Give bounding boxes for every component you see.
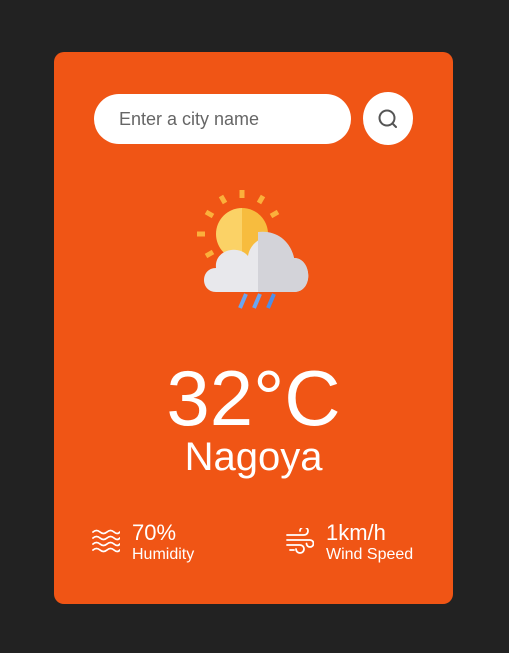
wind-icon — [286, 528, 314, 554]
wind-speed-label: Wind Speed — [326, 546, 414, 563]
temperature: 32°C — [166, 354, 341, 442]
wind-speed-value: 1km/h — [326, 520, 386, 545]
sun-cloud-rain-icon — [197, 190, 309, 309]
weather-card: 32°C Nagoya 70% Humidity 1km/h — [54, 52, 453, 604]
search-icon — [378, 109, 397, 128]
humidity-value: 70% — [132, 520, 177, 545]
search-button[interactable] — [363, 92, 413, 145]
city-name: Nagoya — [184, 435, 323, 479]
search-input[interactable] — [94, 94, 351, 144]
waves-icon — [92, 529, 120, 553]
humidity-label: Humidity — [132, 546, 195, 563]
search-bar — [94, 92, 413, 145]
